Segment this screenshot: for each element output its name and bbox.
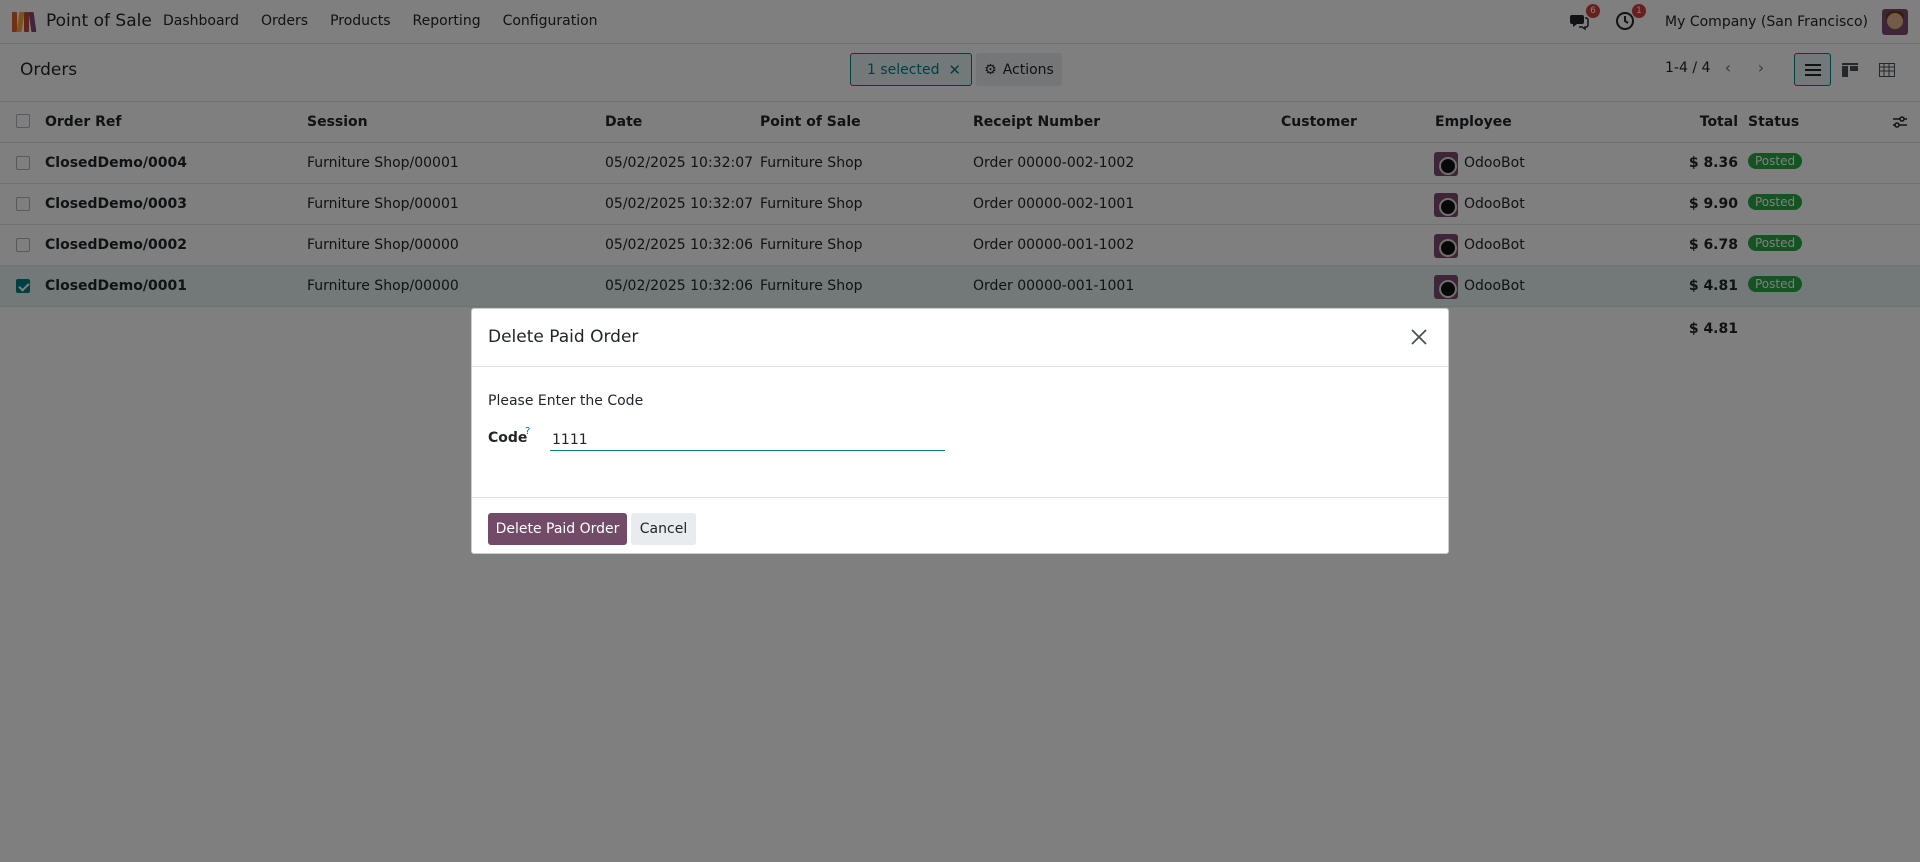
dialog-header: Delete Paid Order (472, 309, 1448, 367)
dialog-body: Please Enter the Code Code ? (472, 367, 1448, 498)
delete-paid-order-button[interactable]: Delete Paid Order (488, 513, 627, 545)
code-label: Code (488, 430, 528, 446)
delete-paid-order-dialog: Delete Paid Order Please Enter the Code … (471, 308, 1449, 554)
dialog-footer: Delete Paid Order Cancel (472, 498, 1448, 555)
dialog-title: Delete Paid Order (488, 327, 639, 347)
help-tooltip-icon[interactable]: ? (525, 426, 530, 437)
code-prompt: Please Enter the Code (488, 393, 644, 409)
code-input[interactable] (550, 427, 945, 451)
close-icon[interactable] (1410, 328, 1428, 346)
cancel-button[interactable]: Cancel (631, 513, 696, 545)
